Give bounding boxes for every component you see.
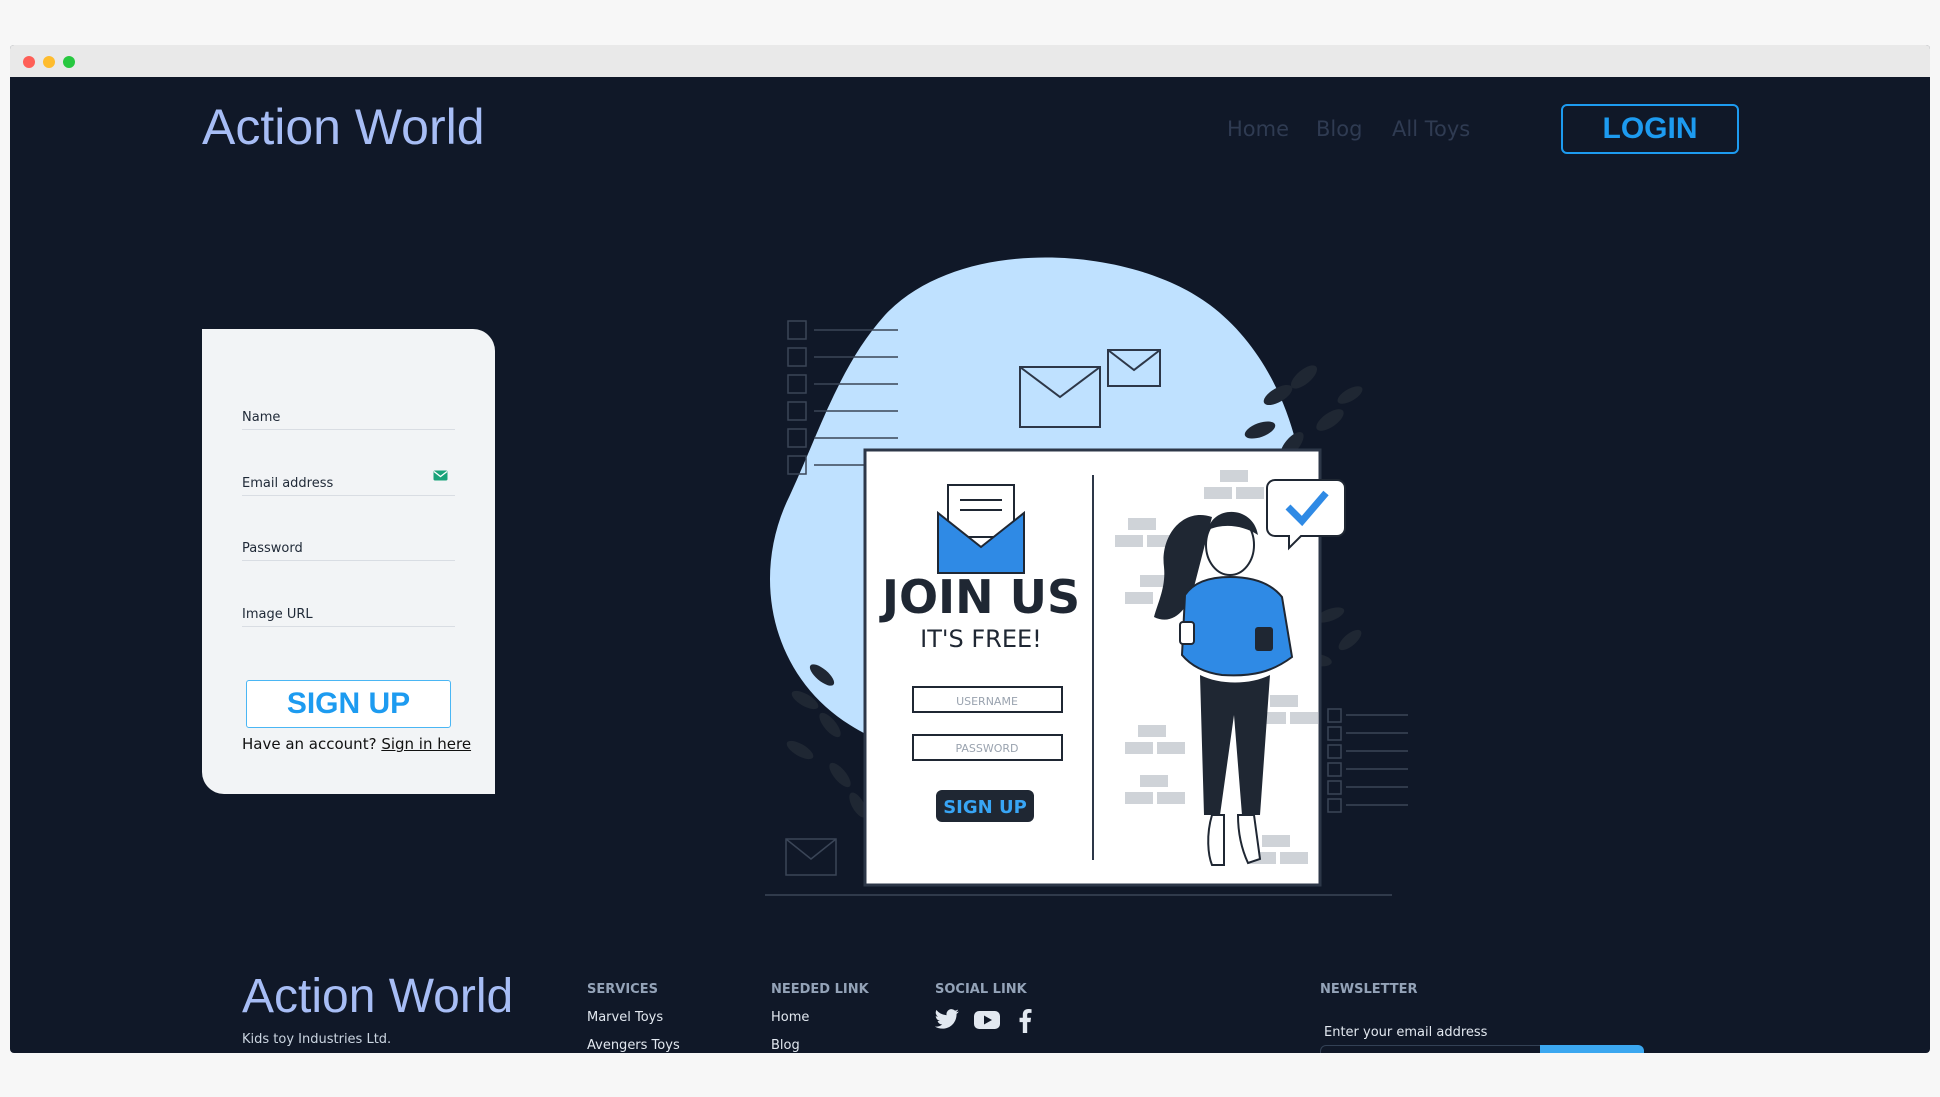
join-us-illustration: JOIN US IT'S FREE! USERNAME PASSWORD SIG… <box>765 257 1408 896</box>
newsletter-label: Enter your email address <box>1324 1025 1488 1040</box>
browser-window: Action World Home Blog All Toys LOGIN Na… <box>10 45 1930 1053</box>
signin-prompt: Have an account? Sign in here <box>242 735 471 753</box>
footer-tagline: Kids toy Industries Ltd. <box>242 1032 392 1047</box>
illus-username: USERNAME <box>956 695 1018 708</box>
name-field[interactable]: Name <box>242 389 455 430</box>
window-titlebar <box>10 45 1930 77</box>
maximize-window-button[interactable] <box>63 56 75 68</box>
password-field[interactable]: Password <box>242 520 455 561</box>
password-field-label: Password <box>242 541 303 556</box>
facebook-icon[interactable] <box>1018 1009 1032 1033</box>
social-link-heading: SOCIAL LINK <box>935 982 1027 997</box>
email-field[interactable]: Email address <box>242 455 455 496</box>
illus-subtitle: IT'S FREE! <box>920 625 1042 653</box>
image-url-field[interactable]: Image URL <box>242 586 455 627</box>
close-window-button[interactable] <box>23 56 35 68</box>
footer-link-blog[interactable]: Blog <box>771 1038 800 1053</box>
youtube-icon[interactable] <box>974 1009 1000 1031</box>
signup-button[interactable]: SIGN UP <box>246 680 451 728</box>
email-icon <box>433 470 448 481</box>
site-logo[interactable]: Action World <box>202 98 485 156</box>
twitter-icon[interactable] <box>934 1009 960 1031</box>
minimize-window-button[interactable] <box>43 56 55 68</box>
newsletter-heading: NEWSLETTER <box>1320 982 1418 997</box>
image-url-field-label: Image URL <box>242 607 313 622</box>
newsletter-subscribe-button[interactable] <box>1540 1045 1644 1053</box>
nav-home[interactable]: Home <box>1227 117 1289 141</box>
footer-link-home[interactable]: Home <box>771 1010 809 1025</box>
email-field-label: Email address <box>242 476 334 491</box>
footer-logo[interactable]: Action World <box>242 969 513 1024</box>
illus-signup-button: SIGN UP <box>943 797 1027 818</box>
illus-title: JOIN US <box>879 570 1080 624</box>
newsletter-email-input[interactable] <box>1320 1045 1542 1053</box>
have-account-text: Have an account? <box>242 735 377 753</box>
nav-all-toys[interactable]: All Toys <box>1392 117 1470 141</box>
login-button[interactable]: LOGIN <box>1561 104 1739 154</box>
illus-password: PASSWORD <box>955 742 1018 755</box>
services-heading: SERVICES <box>587 982 658 997</box>
signin-link[interactable]: Sign in here <box>381 735 471 753</box>
link-avengers-toys[interactable]: Avengers Toys <box>587 1038 680 1053</box>
link-marvel-toys[interactable]: Marvel Toys <box>587 1010 663 1025</box>
name-field-label: Name <box>242 410 281 425</box>
needed-link-heading: NEEDED LINK <box>771 982 869 997</box>
nav-blog[interactable]: Blog <box>1316 117 1362 141</box>
signup-form: Name Email address Password Image URL SI… <box>202 329 495 794</box>
